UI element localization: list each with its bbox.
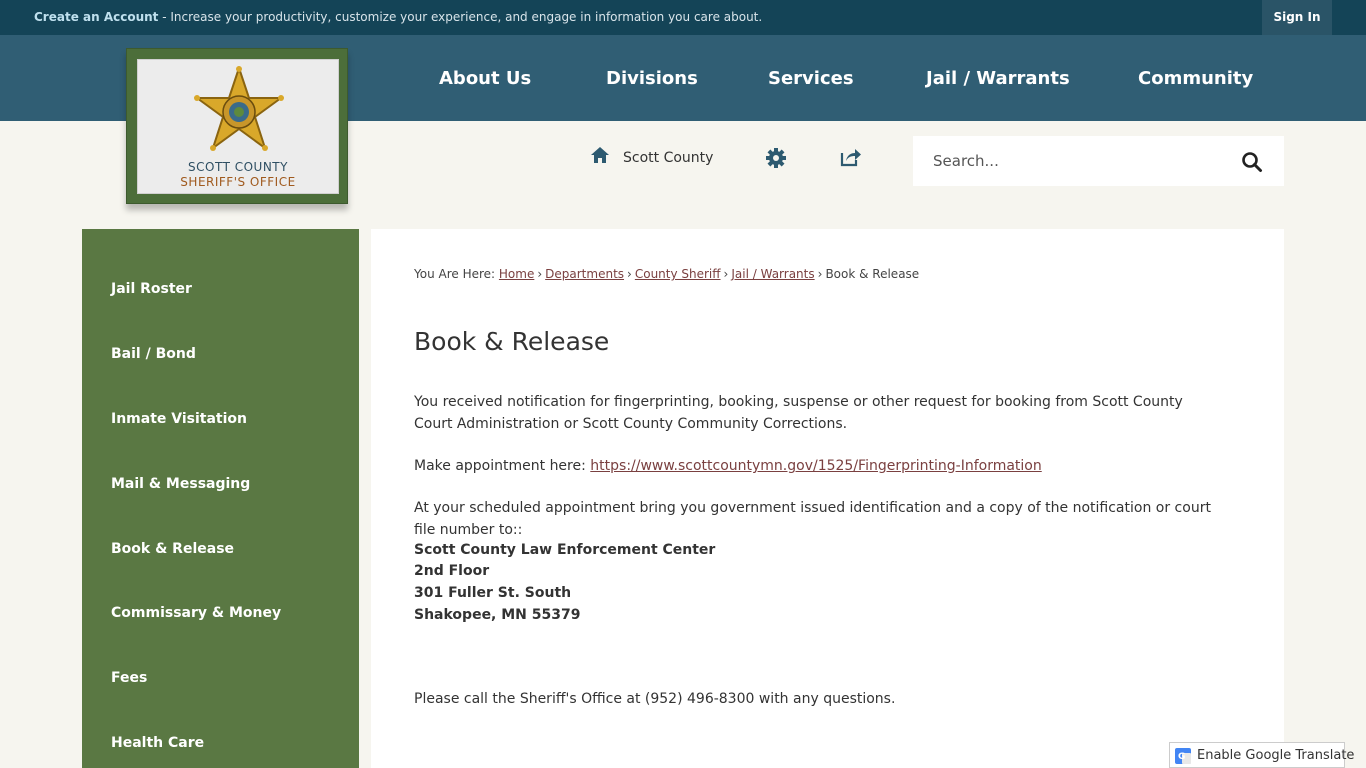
breadcrumb: You Are Here: Home › Departments › County Sh… [414, 267, 919, 281]
breadcrumb-prefix: You Are Here: [414, 267, 496, 281]
breadcrumb-separator: › [817, 267, 823, 281]
google-translate-button[interactable]: G Enable Google Translate [1169, 742, 1354, 768]
nav-community[interactable]: Community [1138, 68, 1253, 89]
breadcrumb-county-sheriff[interactable]: County Sheriff [635, 267, 721, 281]
sheriff-star-icon [194, 66, 284, 151]
breadcrumb-separator: › [723, 267, 729, 281]
share-icon[interactable] [840, 147, 862, 167]
site-logo[interactable]: SCOTT COUNTY SHERIFF'S OFFICE [126, 48, 348, 204]
search-icon[interactable] [1241, 151, 1263, 173]
sidebar-item-book-release[interactable]: Book & Release [111, 541, 234, 557]
sidebar-item-inmate-visitation[interactable]: Inmate Visitation [111, 411, 247, 427]
address-line-floor: 2nd Floor [414, 563, 490, 579]
appointment-text: Make appointment here: [414, 458, 591, 474]
address-line-street: 301 Fuller St. South [414, 585, 572, 601]
sidebar-item-health-care[interactable]: Health Care [111, 735, 204, 751]
breadcrumb-separator: › [627, 267, 632, 281]
logo-text-county: SCOTT COUNTY [188, 160, 288, 174]
top-bar: Create an Account - Increase your produc… [0, 0, 1366, 35]
breadcrumb-separator: › [537, 267, 543, 281]
account-message-text: - Increase your productivity, customize … [158, 10, 763, 24]
appointment-paragraph: Make appointment here: https://www.scott… [414, 456, 1214, 478]
breadcrumb-home[interactable]: Home [499, 267, 534, 281]
create-account-link[interactable]: Create an Account [34, 10, 158, 24]
main-content: You Are Here: Home › Departments › County Sh… [371, 229, 1284, 768]
gear-icon[interactable] [766, 148, 786, 168]
page-title: Book & Release [414, 327, 610, 356]
google-translate-icon: G [1175, 748, 1191, 764]
instructions-paragraph: At your scheduled appointment bring you … [414, 500, 1211, 538]
account-message: Create an Account - Increase your produc… [34, 10, 762, 24]
address-line-name: Scott County Law Enforcement Center [414, 542, 716, 558]
home-link-label[interactable]: Scott County [623, 150, 713, 166]
sidebar-item-commissary-money[interactable]: Commissary & Money [111, 605, 281, 621]
address-line-city: Shakopee, MN 55379 [414, 607, 581, 623]
logo-text-office: SHERIFF'S OFFICE [180, 175, 296, 189]
breadcrumb-current: Book & Release [825, 267, 920, 281]
search-box [913, 136, 1284, 186]
sidebar-nav: Jail Roster Bail / Bond Inmate Visitatio… [82, 229, 359, 768]
search-input[interactable] [933, 146, 1233, 176]
sidebar-item-fees[interactable]: Fees [111, 670, 147, 686]
contact-paragraph: Please call the Sheriff's Office at (952… [414, 691, 896, 707]
nav-jail-warrants[interactable]: Jail / Warrants [926, 68, 1070, 89]
fingerprinting-info-link[interactable]: https://www.scottcountymn.gov/1525/Finge… [590, 458, 1041, 474]
breadcrumb-jail-warrants[interactable]: Jail / Warrants [731, 267, 814, 281]
sign-in-button[interactable]: Sign In [1262, 0, 1332, 35]
nav-services[interactable]: Services [768, 68, 854, 89]
logo-panel: SCOTT COUNTY SHERIFF'S OFFICE [137, 59, 339, 194]
nav-about-us[interactable]: About Us [439, 68, 531, 89]
google-translate-label: Enable Google Translate [1197, 748, 1355, 763]
breadcrumb-departments[interactable]: Departments [545, 267, 624, 281]
home-icon[interactable] [590, 146, 610, 164]
sidebar-item-mail-messaging[interactable]: Mail & Messaging [111, 476, 250, 492]
sidebar-item-bail-bond[interactable]: Bail / Bond [111, 346, 196, 362]
nav-divisions[interactable]: Divisions [606, 68, 698, 89]
sidebar-item-jail-roster[interactable]: Jail Roster [111, 281, 192, 297]
notification-paragraph: You received notification for fingerprin… [414, 394, 1183, 432]
svg-text:G: G [1178, 752, 1185, 762]
